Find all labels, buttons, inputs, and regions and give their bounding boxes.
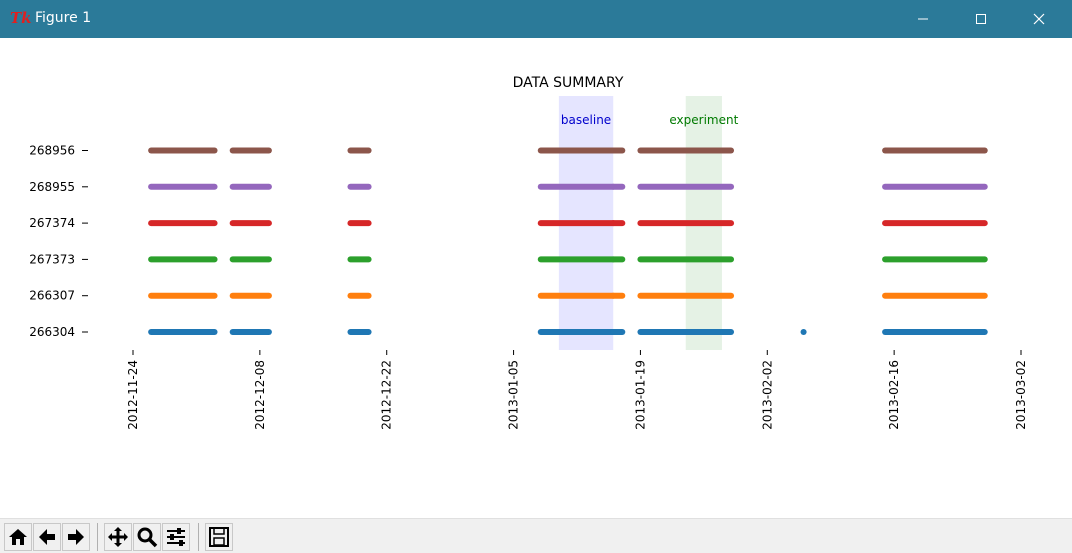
maximize-icon [976,14,986,24]
window-title: Figure 1 [35,10,92,26]
toolbar-separator [198,523,199,551]
forward-arrow-icon [68,529,84,545]
window-titlebar: Tk Figure 1 [0,0,1072,38]
configure-subplots-button[interactable] [162,523,190,551]
back-button[interactable] [33,523,61,551]
y-tick-label: 266307 [29,289,75,303]
close-button[interactable] [1016,0,1062,38]
span-label-baseline: baseline [561,113,611,127]
y-tick-label: 266304 [29,325,75,339]
chart: baseline experiment DATA SUMMARY 266304 2663… [29,75,1028,430]
home-button[interactable] [4,523,32,551]
x-tick-label: 2012-11-24 [126,360,140,430]
zoom-icon [137,527,158,548]
minimize-button[interactable] [900,0,946,38]
close-icon [1033,13,1045,25]
x-tick-label: 2012-12-22 [380,360,394,430]
minimize-icon [918,18,928,20]
tk-feather-icon: Tk [10,9,32,27]
maximize-button[interactable] [958,0,1004,38]
pan-button[interactable] [104,523,132,551]
y-tick-label: 268956 [29,144,75,158]
y-tick-label: 268955 [29,180,75,194]
span-label-experiment: experiment [669,113,738,127]
x-tick-label: 2013-01-05 [507,360,521,430]
x-tick-label: 2013-02-16 [887,360,901,430]
toolbar-separator [97,523,98,551]
y-tick-label: 267374 [29,216,75,230]
y-tick-label: 267373 [29,252,75,266]
chart-title: DATA SUMMARY [513,75,624,91]
zoom-button[interactable] [133,523,161,551]
x-tick-label: 2013-01-19 [633,360,647,430]
configure-subplots-icon [167,528,185,546]
forward-button[interactable] [62,523,90,551]
save-icon [209,527,229,547]
pan-icon [108,527,128,547]
x-tick-label: 2013-02-02 [760,360,774,430]
home-icon [9,529,27,545]
save-button[interactable] [205,523,233,551]
x-tick-label: 2012-12-08 [253,360,267,430]
back-arrow-icon [39,529,55,545]
x-tick-label: 2013-03-02 [1014,360,1028,430]
navigation-toolbar [0,518,1072,553]
